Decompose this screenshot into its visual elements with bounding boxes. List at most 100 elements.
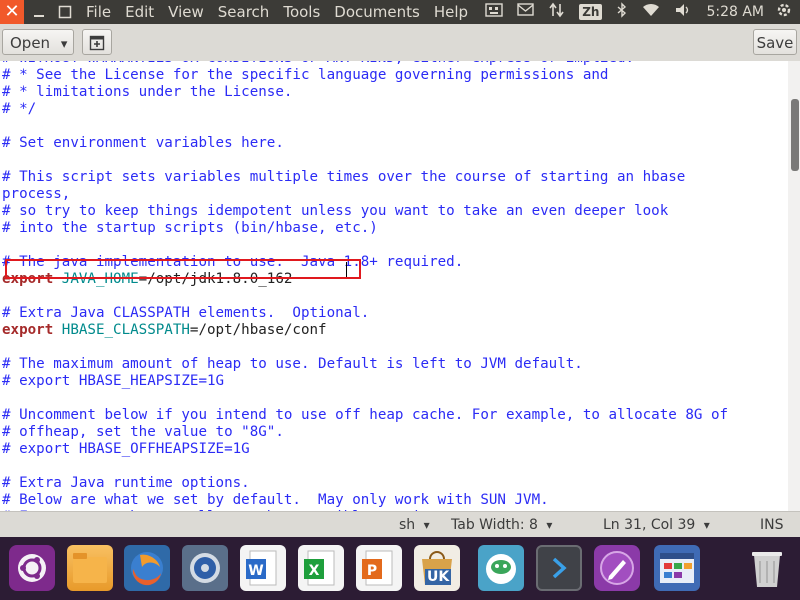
text-editor-area[interactable]: # WITHOUT WARRANTIES OR CONDITIONS OF AN…: [0, 61, 788, 511]
terminal-icon[interactable]: [536, 545, 582, 591]
code-token: # offheap, set the value to "8G".: [2, 424, 284, 440]
code-line: # into the startup scripts (bin/hbase, e…: [2, 220, 378, 237]
save-button[interactable]: Save: [753, 29, 797, 55]
code-token: # */: [2, 101, 37, 117]
firefox-icon[interactable]: [124, 545, 170, 591]
menu-help[interactable]: Help: [434, 0, 475, 24]
code-line: # Extra Java runtime options.: [2, 475, 250, 492]
close-window-button[interactable]: ✕: [0, 0, 24, 24]
network-transfer-icon[interactable]: [549, 2, 565, 22]
new-document-icon: [89, 35, 105, 51]
code-line: # so try to keep things idempotent unles…: [2, 203, 668, 220]
cursor-position-selector[interactable]: Ln 31, Col 39 ▾: [603, 516, 710, 534]
writer-icon[interactable]: W: [240, 545, 286, 591]
menu-file[interactable]: File: [86, 0, 118, 24]
uk-label: UK: [425, 569, 452, 585]
minimize-icon: [34, 15, 44, 17]
open-label: Open: [10, 34, 51, 52]
code-line: # Uncomment below if you intend to use o…: [2, 407, 728, 424]
scrollbar-thumb[interactable]: [791, 99, 799, 171]
code-token: # Set environment variables here.: [2, 135, 284, 151]
text-editor-icon[interactable]: [594, 545, 640, 591]
svg-text:W: W: [248, 563, 263, 579]
code-line: # offheap, set the value to "8G".: [2, 424, 284, 441]
code-line: # export HBASE_HEAPSIZE=1G: [2, 373, 224, 390]
code-token: # * See the License for the specific lan…: [2, 67, 609, 83]
tab-width-label: Tab Width: 8: [451, 517, 538, 533]
language-selector[interactable]: sh ▾: [399, 516, 430, 534]
code-token: # into the startup scripts (bin/hbase, e…: [2, 220, 378, 236]
insert-mode-indicator: INS: [760, 517, 784, 533]
system-settings-icon[interactable]: [654, 545, 700, 591]
code-token: # This script sets variables multiple ti…: [2, 169, 686, 185]
ubuntu-dash-icon[interactable]: [9, 545, 55, 591]
text-cursor: [346, 262, 347, 277]
language-dropdown-icon: ▾: [423, 518, 430, 532]
impress-icon[interactable]: P: [356, 545, 402, 591]
code-line: # This script sets variables multiple ti…: [2, 169, 685, 186]
code-line: # */: [2, 101, 36, 118]
cursor-position-label: Ln 31, Col 39: [603, 517, 696, 533]
code-token: # export HBASE_HEAPSIZE=1G: [2, 373, 225, 389]
tab-width-dropdown-icon: ▾: [546, 518, 553, 532]
svg-text:P: P: [367, 563, 377, 579]
code-line: # * See the License for the specific lan…: [2, 67, 608, 84]
code-line: # Set environment variables here.: [2, 135, 284, 152]
new-tab-button[interactable]: [82, 29, 112, 55]
code-line: # Below are what we set by default. May …: [2, 492, 549, 509]
calc-icon[interactable]: X: [298, 545, 344, 591]
code-token: # * limitations under the License.: [2, 84, 293, 100]
code-line: # The maximum amount of heap to use. Def…: [2, 356, 583, 373]
svg-text:X: X: [309, 563, 320, 579]
code-line: export HBASE_CLASSPATH=/opt/hbase/conf: [2, 322, 327, 339]
cursor-position-dropdown-icon: ▾: [703, 518, 710, 532]
code-line: # Extra Java CLASSPATH elements. Optiona…: [2, 305, 369, 322]
tab-width-selector[interactable]: Tab Width: 8 ▾: [451, 516, 552, 534]
menu-tools[interactable]: Tools: [283, 0, 327, 24]
code-line: process,: [2, 186, 70, 203]
wifi-icon[interactable]: [642, 2, 660, 22]
software-center-icon[interactable]: UK: [414, 545, 460, 591]
code-line: # export HBASE_OFFHEAPSIZE=1G: [2, 441, 250, 458]
code-token: # Below are what we set by default. May …: [2, 492, 549, 508]
status-bar: sh ▾ Tab Width: 8 ▾ Ln 31, Col 39 ▾ INS: [0, 511, 800, 538]
indicator-area: Zh 5:28 AM: [485, 0, 800, 24]
code-token: # so try to keep things idempotent unles…: [2, 203, 669, 219]
code-token: # The maximum amount of heap to use. Def…: [2, 356, 583, 372]
volume-icon[interactable]: [674, 2, 692, 22]
menu-view[interactable]: View: [168, 0, 211, 24]
launcher-dock: W X P UK: [0, 537, 800, 600]
top-panel: ✕ File Edit View Search Tools Documents …: [0, 0, 800, 24]
menu-search[interactable]: Search: [218, 0, 277, 24]
bluetooth-icon[interactable]: [616, 2, 628, 22]
open-dropdown-icon: ▾: [60, 37, 68, 52]
code-token: # export HBASE_OFFHEAPSIZE=1G: [2, 441, 250, 457]
disks-icon[interactable]: [182, 545, 228, 591]
menu-edit[interactable]: Edit: [125, 0, 161, 24]
highlight-annotation-box: [5, 259, 361, 279]
editor-toolbar: Open ▾ Save: [0, 24, 800, 62]
code-token: HBASE_CLASSPATH: [53, 322, 190, 338]
keyboard-indicator-icon[interactable]: [485, 2, 503, 22]
files-icon[interactable]: [67, 545, 113, 591]
minimize-button[interactable]: [32, 5, 46, 19]
language-label: sh: [399, 517, 416, 533]
system-menu-gear-icon[interactable]: [776, 2, 792, 22]
sticky-icon[interactable]: [478, 545, 524, 591]
code-token: =/opt/hbase/conf: [189, 322, 327, 338]
clock[interactable]: 5:28 AM: [706, 4, 764, 20]
vertical-scrollbar[interactable]: [788, 61, 800, 511]
maximize-button[interactable]: [58, 5, 72, 19]
code-token: # WITHOUT WARRANTIES OR CONDITIONS OF AN…: [2, 61, 634, 66]
mail-icon[interactable]: [517, 2, 535, 22]
menu-documents[interactable]: Documents: [334, 0, 427, 24]
maximize-icon: [58, 5, 72, 19]
code-token: process,: [2, 186, 71, 202]
input-method-indicator[interactable]: Zh: [579, 4, 603, 20]
code-token: export: [2, 322, 54, 338]
menu-bar: File Edit View Search Tools Documents He…: [86, 0, 482, 24]
code-token: # Extra Java runtime options.: [2, 475, 250, 491]
trash-icon[interactable]: [744, 545, 790, 591]
open-button[interactable]: Open ▾: [2, 29, 74, 55]
code-token: # Uncomment below if you intend to use o…: [2, 407, 729, 423]
